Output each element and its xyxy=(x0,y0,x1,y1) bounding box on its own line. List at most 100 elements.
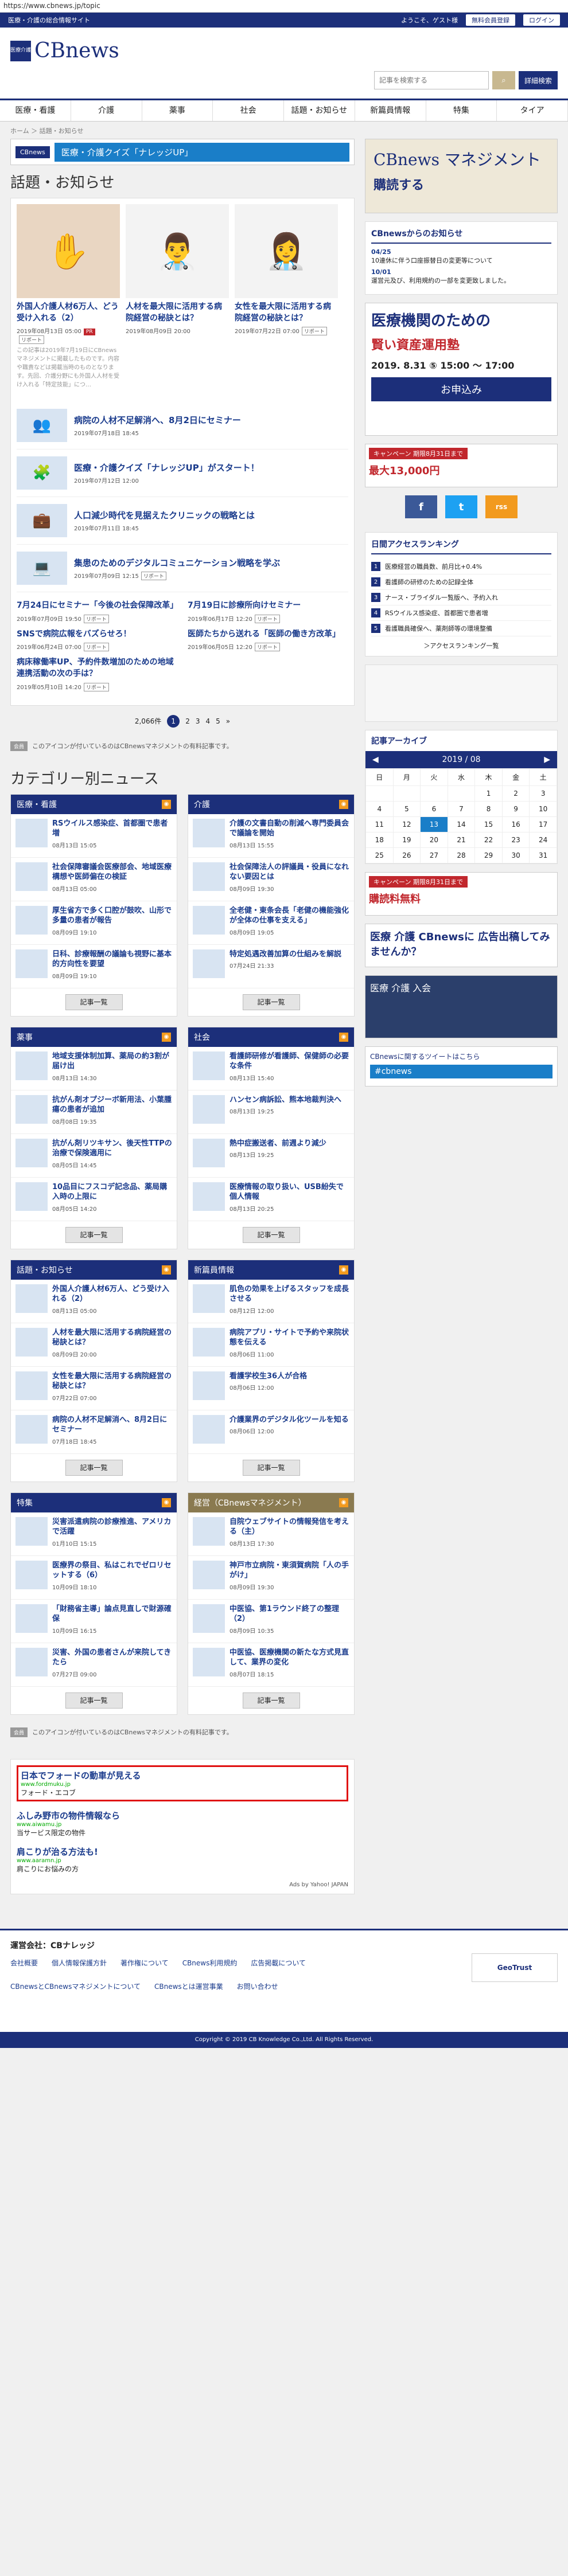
nav-item[interactable]: タイア xyxy=(497,100,568,121)
ranking-text[interactable]: 医療経営の職員数、前月比+0.4% xyxy=(385,562,482,571)
more-button[interactable]: 記事一覧 xyxy=(242,1226,300,1243)
ranking-item[interactable]: 2 看護師の研修のための記録全体 xyxy=(371,574,551,590)
footer-link[interactable]: CBnewsとは運営事業 xyxy=(154,1981,223,1991)
news-text[interactable]: 運営元及び、利用規約の一部を変更致しました。 xyxy=(371,277,510,284)
ranking-item[interactable]: 3 ナース・ブライダル一覧版へ、予約入れ xyxy=(371,590,551,605)
calendar-day[interactable]: 20 xyxy=(420,832,448,848)
category-item-title[interactable]: 厚生省方で多く口腔が鼓吹、山形で多量の患者が報告 xyxy=(52,906,172,926)
grid-item[interactable]: 病床稼働率UP、予約件数増加のための地域連携活動の次の手は？ 2019年05月10… xyxy=(17,657,177,691)
featured-title[interactable]: 人材を最大限に活用する病院経営の秘訣とは？ xyxy=(126,302,229,324)
category-item[interactable]: 神戸市立病院・東須賀病院「人の手がけ」 08月09日 19:30 xyxy=(188,1556,354,1600)
category-item[interactable]: 看護学校生36人が合格 08月06日 12:00 xyxy=(188,1367,354,1410)
calendar-day[interactable]: 27 xyxy=(420,847,448,863)
ad-title[interactable]: 日本でフォードの動車が見える xyxy=(21,1769,344,1781)
calendar-day[interactable]: 21 xyxy=(447,832,476,848)
rss-icon[interactable]: rss xyxy=(485,495,518,518)
ad-item[interactable]: ふしみ野市の物件情報なら www.aiwamu.jp 当サービス限定の物件 xyxy=(17,1809,348,1838)
category-item[interactable]: 抗がん剤オプジーボ新用法、小葉腫瘍の患者が追加 08月08日 19:35 xyxy=(11,1090,177,1134)
rss-icon[interactable]: ◉ xyxy=(339,1265,348,1275)
category-item-title[interactable]: 病院アプリ・サイトで予約や来院状態を伝える xyxy=(229,1328,349,1348)
grid-item[interactable]: 7月19日に診療所向けセミナー 2019年06月17日 12:20 リポート xyxy=(188,600,348,623)
ranking-item[interactable]: 4 RSウイルス感染症、首都圏で患者増 xyxy=(371,605,551,621)
calendar-day[interactable]: 1 xyxy=(474,785,503,802)
category-item[interactable]: 社会保障法人の評議員・役員になれない要因とは 08月09日 19:30 xyxy=(188,858,354,901)
category-item[interactable]: 病院アプリ・サイトで予約や来院状態を伝える 08月06日 11:00 xyxy=(188,1323,354,1367)
featured-title[interactable]: 女性を最大限に活用する病院経営の秘訣とは？ xyxy=(235,302,338,324)
category-header[interactable]: 医療・看護 ◉ xyxy=(11,794,177,814)
membership-banner[interactable]: 医療 介護 入会 xyxy=(365,975,558,1038)
grid-title[interactable]: 7月24日にセミナー「今後の社会保障改革」 xyxy=(17,600,178,612)
twitter-icon[interactable]: t xyxy=(445,495,477,518)
nav-item[interactable]: 新篇員情報 xyxy=(355,100,426,121)
category-item[interactable]: 介護の文書自動の削減へ専門委員会で議論を開始 08月13日 15:55 xyxy=(188,814,354,858)
mgmt-banner-cta[interactable]: 購読する xyxy=(374,175,549,193)
category-item[interactable]: 抗がん剤リツキサン、後天性TTPの治療で保険適用に 08月05日 14:45 xyxy=(11,1134,177,1178)
category-item-title[interactable]: 介護業界のデジタル化ツールを知る xyxy=(229,1415,349,1425)
category-item[interactable]: 日科、診療報酬の議論も視野に基本的方向性を要望 08月09日 19:10 xyxy=(11,945,177,988)
url-bar[interactable]: https://www.cbnews.jp/topic xyxy=(0,0,568,13)
grid-title[interactable]: 病床稼働率UP、予約件数増加のための地域連携活動の次の手は？ xyxy=(17,657,177,679)
grid-title[interactable]: 7月19日に診療所向けセミナー xyxy=(188,600,348,612)
category-header[interactable]: 薬事 ◉ xyxy=(11,1027,177,1047)
ad-item[interactable]: 日本でフォードの動車が見える www.fordmuku.jp フォード・エコブ xyxy=(17,1765,348,1801)
category-item[interactable]: 地域支援体制加算、薬局の約3割が届け出 08月13日 14:30 xyxy=(11,1047,177,1090)
rss-icon[interactable]: ◉ xyxy=(162,1265,171,1275)
category-item-title[interactable]: 神戸市立病院・東須賀病院「人の手がけ」 xyxy=(229,1561,349,1581)
category-item[interactable]: RSウイルス感染症、首都圏で患者増 08月13日 15:05 xyxy=(11,814,177,858)
facebook-icon[interactable]: f xyxy=(405,495,437,518)
category-item[interactable]: 10品目にフスコデ記念品、薬局購入時の上限に 08月05日 14:20 xyxy=(11,1178,177,1221)
calendar-day[interactable]: 25 xyxy=(365,847,394,863)
category-item[interactable]: 災害、外国の患者さんが来院してきたら 07月27日 09:00 xyxy=(11,1643,177,1687)
news-text[interactable]: 10連休に伴う口座振替日の変更等について xyxy=(371,257,493,264)
category-item[interactable]: 「財務省主導」論点見直しで財源確保 10月09日 16:15 xyxy=(11,1600,177,1643)
grid-item[interactable]: 7月24日にセミナー「今後の社会保障改革」 2019年07月09日 19:50 リポ… xyxy=(17,600,178,623)
ranking-list-link[interactable]: ＞アクセスランキング一覧 xyxy=(371,641,551,650)
category-item-title[interactable]: 社会保障法人の評議員・役員になれない要因とは xyxy=(229,862,349,882)
ad-item[interactable]: 肩こりが治る方法も! www.aaramn.jp 肩こりにお悩みの方 xyxy=(17,1846,348,1874)
footer-link[interactable]: CBnewsとCBnewsマネジメントについて xyxy=(10,1981,141,1991)
list-title[interactable]: 病院の人材不足解消へ、8月2日にセミナー xyxy=(74,414,241,426)
category-item-title[interactable]: 熱中症搬送者、前週より減少 xyxy=(229,1139,326,1149)
list-item[interactable]: 💼 人口減少時代を見据えたクリニックの戦略とは 2019年07月11日 18:45 xyxy=(17,497,348,545)
category-item-title[interactable]: ハンセン病訴訟、熊本地裁判決へ xyxy=(229,1095,341,1105)
category-header[interactable]: 新篇員情報 ◉ xyxy=(188,1260,354,1280)
tweet-box[interactable]: CBnewsに関するツイートはこちら #cbnews xyxy=(365,1046,558,1086)
category-item[interactable]: 肌色の効果を上げるスタッフを成長させる 08月12日 12:00 xyxy=(188,1280,354,1323)
category-header[interactable]: 社会 ◉ xyxy=(188,1027,354,1047)
news-item[interactable]: 10/01 運営元及び、利用規約の一部を変更致しました。 xyxy=(371,268,551,285)
category-item-title[interactable]: 全老健・東条会長「老健の機能強化が全体の仕事を支える」 xyxy=(229,906,349,926)
rss-icon[interactable]: ◉ xyxy=(162,799,171,809)
ranking-text[interactable]: ナース・ブライダル一覧版へ、予約入れ xyxy=(385,593,498,602)
nav-item[interactable]: 介護 xyxy=(71,100,142,121)
category-item[interactable]: 自院ウェブサイトの情報発信を考える（主） 08月13日 17:30 xyxy=(188,1512,354,1556)
more-button[interactable]: 記事一覧 xyxy=(242,1692,300,1709)
ad-title[interactable]: ふしみ野市の物件情報なら xyxy=(17,1809,348,1821)
calendar-day[interactable]: 22 xyxy=(474,832,503,848)
category-item[interactable]: 厚生省方で多く口腔が鼓吹、山形で多量の患者が報告 08月09日 19:10 xyxy=(11,901,177,945)
category-header[interactable]: 特集 ◉ xyxy=(11,1492,177,1512)
calendar-day[interactable]: 26 xyxy=(392,847,421,863)
site-logo[interactable]: 医療介護 CBnews xyxy=(10,39,119,62)
more-button[interactable]: 記事一覧 xyxy=(65,1459,123,1476)
category-item-title[interactable]: 看護学校生36人が合格 xyxy=(229,1371,307,1382)
category-item[interactable]: 熱中症搬送者、前週より減少 08月13日 19:25 xyxy=(188,1134,354,1178)
list-title[interactable]: 人口減少時代を見据えたクリニックの戦略とは xyxy=(74,509,255,521)
side-ad-image[interactable] xyxy=(365,664,558,722)
category-item[interactable]: 外国人介護人材6万人、どう受け入れる（2） 08月13日 05:00 xyxy=(11,1280,177,1323)
calendar-day[interactable]: 19 xyxy=(392,832,421,848)
grid-item[interactable]: 医師たちから送れる「医師の働き方改革」 2019年06月05日 12:20 リポート xyxy=(188,629,348,652)
calendar-day[interactable]: 11 xyxy=(365,816,394,832)
ranking-text[interactable]: RSウイルス感染症、首都圏で患者増 xyxy=(385,608,488,617)
category-item-title[interactable]: 社会保障審議会医療部会、地域医療構想や医師偏在の検証 xyxy=(52,862,172,882)
featured-item[interactable]: ✋ 外国人介護人材6万人、どう受け入れる（2） 2019年08月13日 05:0… xyxy=(17,204,120,389)
category-item-title[interactable]: 「財務省主導」論点見直しで財源確保 xyxy=(52,1604,172,1624)
search-button[interactable]: ⌕ xyxy=(492,71,515,89)
calendar-day[interactable]: 15 xyxy=(474,816,503,832)
calendar-day[interactable]: 17 xyxy=(529,816,557,832)
list-item[interactable]: 🧩 医療・介護クイズ「ナレッジUP」がスタート！ 2019年07月12日 12:00 xyxy=(17,449,348,498)
advertise-banner[interactable]: 医療 介護 CBnewsに 広告出稿してみませんか？ xyxy=(365,924,558,967)
category-item-title[interactable]: 人材を最大限に活用する病院経営の秘訣とは？ xyxy=(52,1328,172,1348)
calendar-day[interactable]: 10 xyxy=(529,801,557,817)
footer-link[interactable]: 広告掲載について xyxy=(251,1958,306,1968)
category-item-title[interactable]: RSウイルス感染症、首都圏で患者増 xyxy=(52,819,172,839)
